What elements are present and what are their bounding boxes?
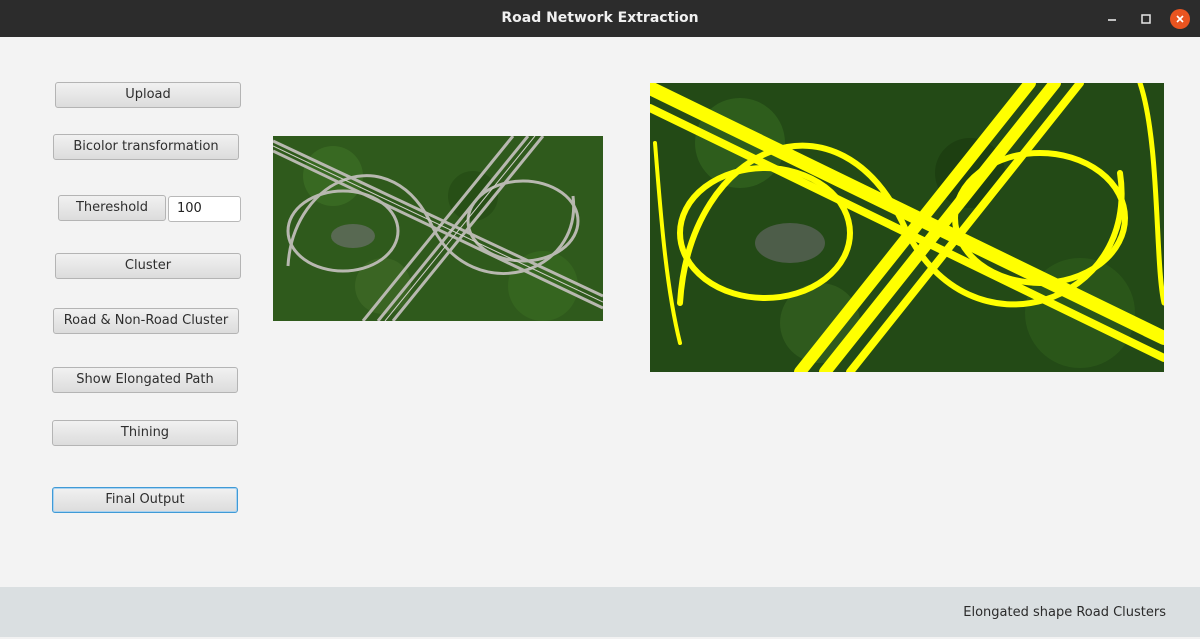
- upload-button[interactable]: Upload: [55, 82, 241, 108]
- main-content: Upload Bicolor transformation Thereshold…: [0, 37, 1200, 587]
- status-text: Elongated shape Road Clusters: [963, 605, 1166, 620]
- close-button[interactable]: [1170, 9, 1190, 29]
- bicolor-transformation-button[interactable]: Bicolor transformation: [53, 134, 239, 160]
- thinning-button[interactable]: Thining: [52, 420, 238, 446]
- window-title: Road Network Extraction: [501, 10, 699, 26]
- cluster-button[interactable]: Cluster: [55, 253, 241, 279]
- threshold-input[interactable]: 100: [168, 196, 241, 222]
- final-output-button[interactable]: Final Output: [52, 487, 238, 513]
- input-image: [273, 136, 603, 321]
- road-nonroad-cluster-button[interactable]: Road & Non-Road Cluster: [53, 308, 239, 334]
- minimize-button[interactable]: [1102, 9, 1122, 29]
- maximize-icon: [1141, 14, 1151, 24]
- title-bar: Road Network Extraction: [0, 0, 1200, 37]
- status-bar: Elongated shape Road Clusters: [0, 587, 1200, 637]
- minimize-icon: [1108, 19, 1116, 21]
- close-icon: [1176, 15, 1184, 23]
- output-image: [650, 83, 1164, 372]
- maximize-button[interactable]: [1136, 9, 1156, 29]
- show-elongated-path-button[interactable]: Show Elongated Path: [52, 367, 238, 393]
- aerial-interchange-image: [273, 136, 603, 321]
- road-overlay-image: [650, 83, 1164, 372]
- threshold-button[interactable]: Thereshold: [58, 195, 166, 221]
